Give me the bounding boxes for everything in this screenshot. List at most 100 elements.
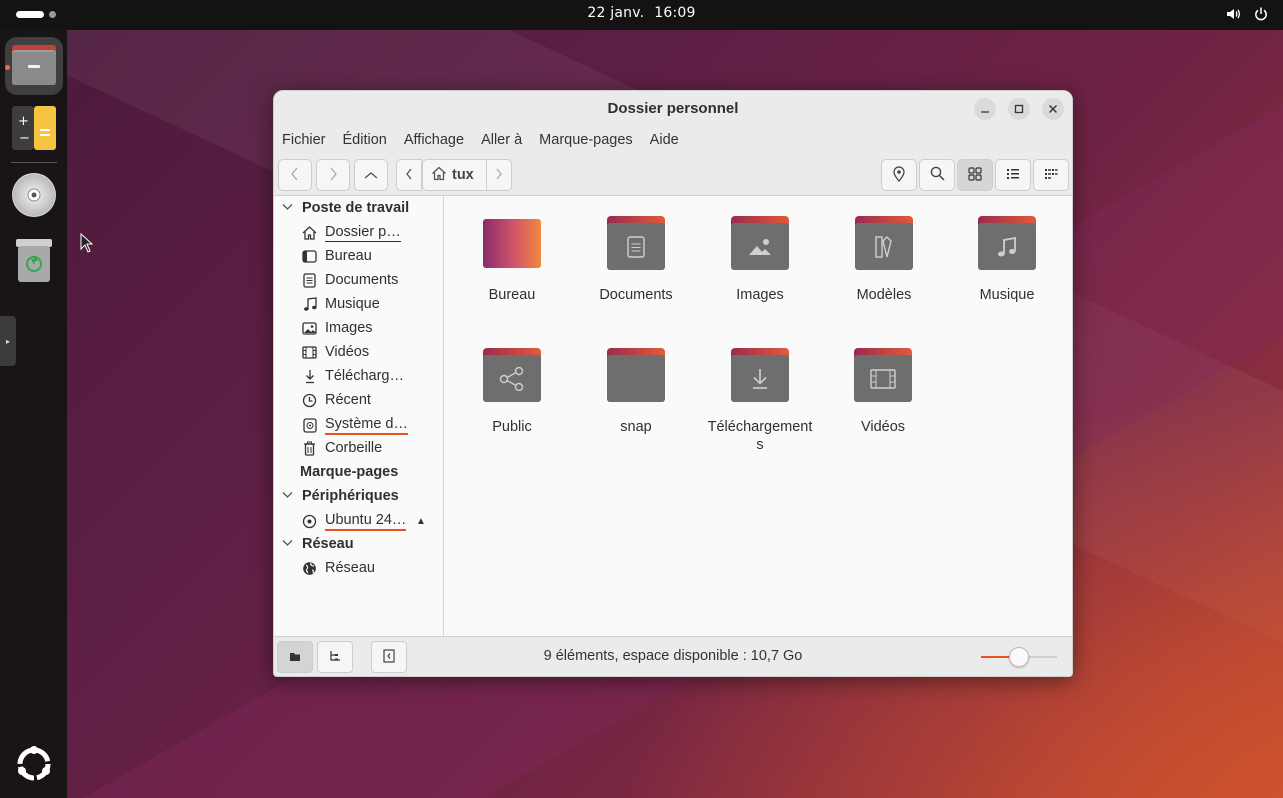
chevron-right-icon [495,167,503,183]
sidebar-section-label: Périphériques [302,488,399,504]
file-item-telechargements[interactable]: Téléchargements [698,348,822,454]
breadcrumb-scroll-left[interactable] [396,159,422,191]
zoom-slider[interactable] [981,647,1057,667]
clock-time: 16:09 [654,5,696,21]
chevron-right-icon [328,167,338,184]
sidebar-item-network[interactable]: Réseau [302,560,442,576]
system-tray[interactable] [1225,6,1269,22]
file-item-bureau[interactable]: Bureau [450,216,574,304]
pictures-folder-icon [731,216,789,270]
sidebar-item-downloads[interactable]: Télécharg… [302,368,442,384]
chevron-down-icon [282,539,294,550]
drive-icon [302,418,317,433]
parent-folder-button[interactable] [354,159,388,191]
status-text: 9 éléments, espace disponible : 10,7 Go [543,648,803,664]
sidebar-item-label: Télécharg… [325,368,404,384]
sidebar-item-label: Vidéos [325,344,370,360]
downloads-folder-icon [731,348,789,402]
menu-marque-pages[interactable]: Marque-pages [539,132,633,148]
clock[interactable]: 22 janv. 16:09 [0,5,1283,21]
trash-icon [14,237,54,286]
menu-edition[interactable]: Édition [343,132,387,148]
compact-view-button[interactable] [1033,159,1069,191]
file-item-musique[interactable]: Musique [945,216,1069,304]
compact-view-icon [1044,167,1058,184]
close-button[interactable] [1042,98,1064,120]
dock-files-app[interactable] [5,37,63,95]
sidebar-item-recent[interactable]: Récent [302,392,442,408]
file-view[interactable]: Bureau Documents Images Modèles Musique … [445,196,1072,638]
search-button[interactable] [919,159,955,191]
menu-affichage[interactable]: Affichage [404,132,464,148]
sidebar-section-bookmarks[interactable]: Marque-pages [300,464,398,480]
dock-trash-item[interactable] [5,232,63,290]
file-name: Documents [599,287,673,303]
menu-fichier[interactable]: Fichier [282,132,326,148]
zoom-slider-handle[interactable] [1009,647,1029,667]
speaker-icon[interactable] [1225,6,1241,22]
sidebar-item-desktop[interactable]: Bureau [302,248,442,264]
minimize-button[interactable] [974,98,996,120]
sidebar-item-videos[interactable]: Vidéos [302,344,442,360]
disc-icon [302,514,317,529]
breadcrumb-scroll-right[interactable] [486,159,512,191]
minimize-icon [980,101,990,117]
file-item-videos[interactable]: Vidéos [821,348,945,436]
mouse-cursor-icon [80,232,94,256]
top-bar: 22 janv. 16:09 [0,0,1283,30]
title-bar[interactable]: Dossier personnel [274,91,1072,127]
location-pin-icon [893,165,905,185]
svg-text:+: + [18,114,29,129]
search-icon [930,166,945,184]
sidebar-item-filesystem[interactable]: Système d… [302,416,442,435]
sidebar-item-trash[interactable]: Corbeille [302,440,442,456]
file-item-snap[interactable]: snap [574,348,698,436]
file-name: Images [736,287,784,303]
file-item-documents[interactable]: Documents [574,216,698,304]
sidebar-section-computer[interactable]: Poste de travail [282,200,409,216]
maximize-button[interactable] [1008,98,1030,120]
dock-expand-handle[interactable]: ▸ [0,316,16,366]
back-button[interactable] [278,159,312,191]
dock-disc-item[interactable] [5,167,63,225]
eject-icon[interactable]: ▲ [416,516,426,527]
close-icon [1048,101,1058,117]
menu-aide[interactable]: Aide [650,132,679,148]
file-item-images[interactable]: Images [698,216,822,304]
sidebar-item-label: Ubuntu 24… [325,512,407,531]
file-item-modeles[interactable]: Modèles [822,216,946,304]
sidebar-section-devices[interactable]: Périphériques [282,488,399,504]
sidebar-section-label: Réseau [302,536,354,552]
file-name: Modèles [856,287,912,303]
image-icon [302,321,317,336]
sidebar-item-pictures[interactable]: Images [302,320,442,336]
dock: + − ▸ [0,30,67,798]
public-folder-icon [483,348,541,402]
file-item-public[interactable]: Public [450,348,574,436]
location-toggle-button[interactable] [881,159,917,191]
file-name: Musique [979,287,1035,303]
forward-button[interactable] [316,159,350,191]
menu-aller-a[interactable]: Aller à [481,132,522,148]
maximize-icon [1014,101,1024,117]
chevron-left-icon [405,167,413,183]
trash-icon [302,441,317,456]
toolbar: tux [274,153,1072,196]
sidebar-item-label: Musique [325,296,380,312]
music-folder-icon [978,216,1036,270]
sidebar-item-music[interactable]: Musique [302,296,442,312]
dock-calculator-app[interactable]: + − [5,100,63,158]
document-icon [302,272,317,288]
show-apps-button[interactable] [14,744,54,787]
chevron-left-icon [290,167,300,184]
desktop-folder-icon [483,216,541,270]
sidebar-item-documents[interactable]: Documents [302,272,442,288]
chevron-up-icon [364,167,378,183]
clock-date: 22 janv. [587,5,645,21]
icon-view-button[interactable] [957,159,993,191]
files-app-icon [10,43,58,90]
sidebar-section-network[interactable]: Réseau [282,536,354,552]
list-view-button[interactable] [995,159,1031,191]
power-icon[interactable] [1253,6,1269,22]
sidebar-item-home[interactable]: Dossier p… [302,224,442,242]
